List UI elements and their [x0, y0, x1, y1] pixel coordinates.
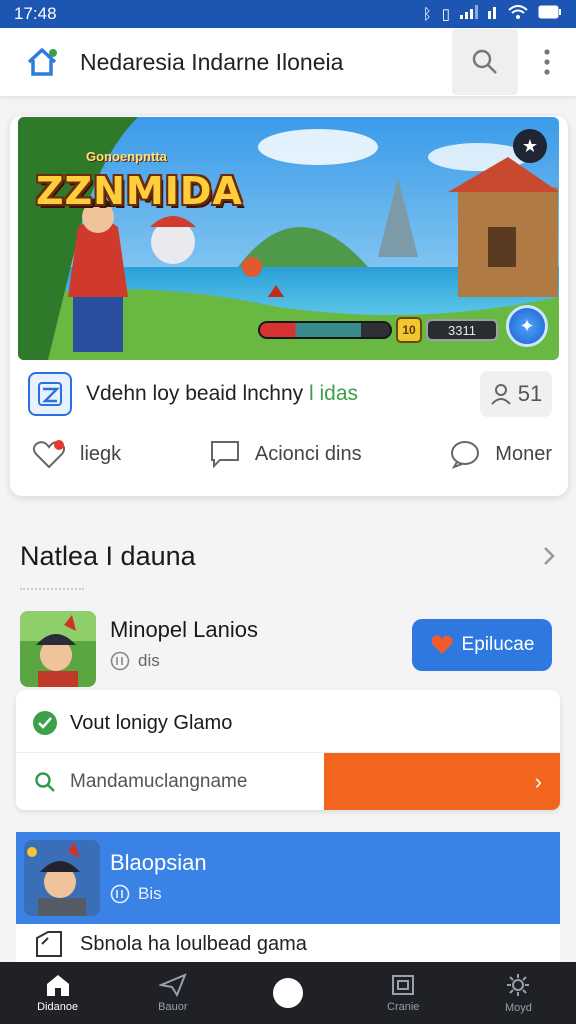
heart-icon [430, 635, 453, 654]
chevron-right-icon: › [534, 768, 542, 794]
nav-home[interactable]: Didanoe [0, 962, 115, 1024]
panel-search-row: Mandamuclangname › [16, 752, 560, 810]
search-button[interactable] [452, 29, 518, 95]
app-icon[interactable] [28, 372, 72, 416]
more-label: Moner [495, 442, 552, 465]
user-icon [491, 384, 511, 405]
search-icon [35, 771, 55, 792]
nav-send[interactable]: Bauor [115, 962, 230, 1024]
paper-plane-icon [158, 973, 187, 997]
like-action[interactable]: liegk [32, 439, 121, 469]
featured-list-item[interactable]: Blaopsian Bis [16, 832, 560, 924]
search-field-text: Mandamuclangname [70, 770, 248, 792]
featured-subrow-text: Sbnola ha loulbead gama [80, 932, 307, 955]
search-field[interactable]: Mandamuclangname [16, 753, 324, 810]
explore-button-label: Epilucae [461, 634, 535, 655]
comment-action[interactable]: Acionci dins [209, 439, 362, 469]
more-vertical-icon [544, 49, 550, 75]
item-meta: dis [110, 651, 160, 671]
page-title: Nedaresia Indarne Iloneia [80, 48, 344, 75]
user-count-badge[interactable]: 51 [480, 371, 552, 417]
game-logo: ZZNMIDA [36, 169, 243, 213]
game-thumbnail[interactable] [20, 611, 96, 687]
quick-search-panel: Vout lonigy Glamo Mandamuclangname › [16, 690, 560, 810]
more-options-button[interactable] [518, 29, 576, 95]
nav-home-label: Didanoe [37, 1001, 79, 1013]
featured-game-card[interactable]: Gonoenpntta ZZNMIDA ★ 10 3311 ✦ Vdehn lo… [10, 116, 568, 496]
go-button[interactable]: › [324, 753, 560, 810]
featured-meta: Bis [110, 884, 162, 904]
bottom-navigation: Didanoe Bauor Cranie Moyd [0, 962, 576, 1024]
status-time: 17:48 [14, 4, 57, 23]
featured-meta-text: Bis [138, 884, 162, 903]
item-title: Minopel Lanios [110, 617, 258, 642]
more-action[interactable]: Moner [449, 439, 552, 469]
nav-box-label: Cranie [387, 1001, 420, 1013]
home-icon [46, 975, 69, 996]
comment-icon [210, 441, 239, 469]
card-title-accent: l idas [309, 382, 359, 405]
compass-icon: ✦ [506, 305, 548, 347]
card-actions: liegk Acionci dins Moner [32, 434, 552, 474]
card-title-row: Vdehn loy beaid lnchny l idas 51 [28, 371, 552, 417]
item-meta-text: dis [138, 651, 160, 670]
star-badge-icon[interactable]: ★ [513, 129, 547, 163]
chevron-right-icon[interactable] [542, 545, 556, 567]
bluetooth-icon: ᛒ [422, 5, 432, 23]
nav-settings[interactable]: Moyd [461, 962, 576, 1024]
status-icons: ᛒ ▯ [423, 5, 562, 23]
list-item[interactable]: Minopel Lanios dis Epilucae [20, 611, 556, 689]
user-count-value: 51 [517, 381, 543, 406]
battery-icon [538, 5, 562, 23]
featured-title: Blaopsian [110, 850, 207, 875]
game-logo-subtitle: Gonoenpntta [86, 149, 167, 164]
box-icon [392, 975, 415, 995]
card-title-main: Vdehn loy beaid lnchny [86, 382, 304, 405]
nav-center[interactable] [230, 962, 345, 1024]
app-bar: Nedaresia Indarne Iloneia [0, 28, 576, 96]
wifi-icon [508, 5, 528, 23]
section-divider [20, 588, 84, 590]
gear-icon [507, 974, 530, 996]
home-logo-icon[interactable] [22, 42, 62, 82]
hud-coin: 10 [396, 317, 422, 343]
signal-icon [460, 5, 478, 23]
panel-title-row[interactable]: Vout lonigy Glamo [32, 710, 232, 736]
featured-subrow[interactable]: Sbnola ha loulbead gama [16, 924, 560, 964]
status-bar: 17:48 ᛒ ▯ [0, 0, 576, 28]
section-header[interactable]: Natlea I dauna [20, 538, 556, 574]
featured-thumbnail[interactable] [24, 840, 100, 916]
vibrate-icon: ▯ [441, 6, 450, 23]
nav-box[interactable]: Cranie [346, 962, 461, 1024]
hud-score: 3311 [426, 319, 498, 341]
section-title: Natlea I dauna [20, 540, 196, 571]
comment-label: Acionci dins [254, 442, 362, 465]
health-bar [258, 321, 392, 339]
panel-title: Vout lonigy Glamo [70, 711, 233, 734]
nav-settings-label: Moyd [504, 1002, 532, 1014]
game-banner[interactable]: Gonoenpntta ZZNMIDA ★ 10 3311 ✦ [18, 117, 559, 360]
search-icon [472, 49, 497, 74]
center-dot-icon [273, 978, 303, 1008]
card-title: Vdehn loy beaid lnchny l idas [86, 382, 480, 406]
document-icon [36, 931, 62, 957]
like-label: liegk [80, 442, 122, 465]
heart-icon [32, 440, 66, 469]
signal2-icon [488, 5, 498, 23]
info-circle-icon [110, 884, 130, 904]
game-hud: 10 3311 ✦ [258, 305, 548, 349]
explore-button[interactable]: Epilucae [412, 619, 552, 671]
check-circle-icon [33, 711, 57, 735]
info-circle-icon [110, 651, 130, 671]
chat-bubble-icon [451, 441, 480, 469]
nav-send-label: Bauor [158, 1001, 188, 1013]
